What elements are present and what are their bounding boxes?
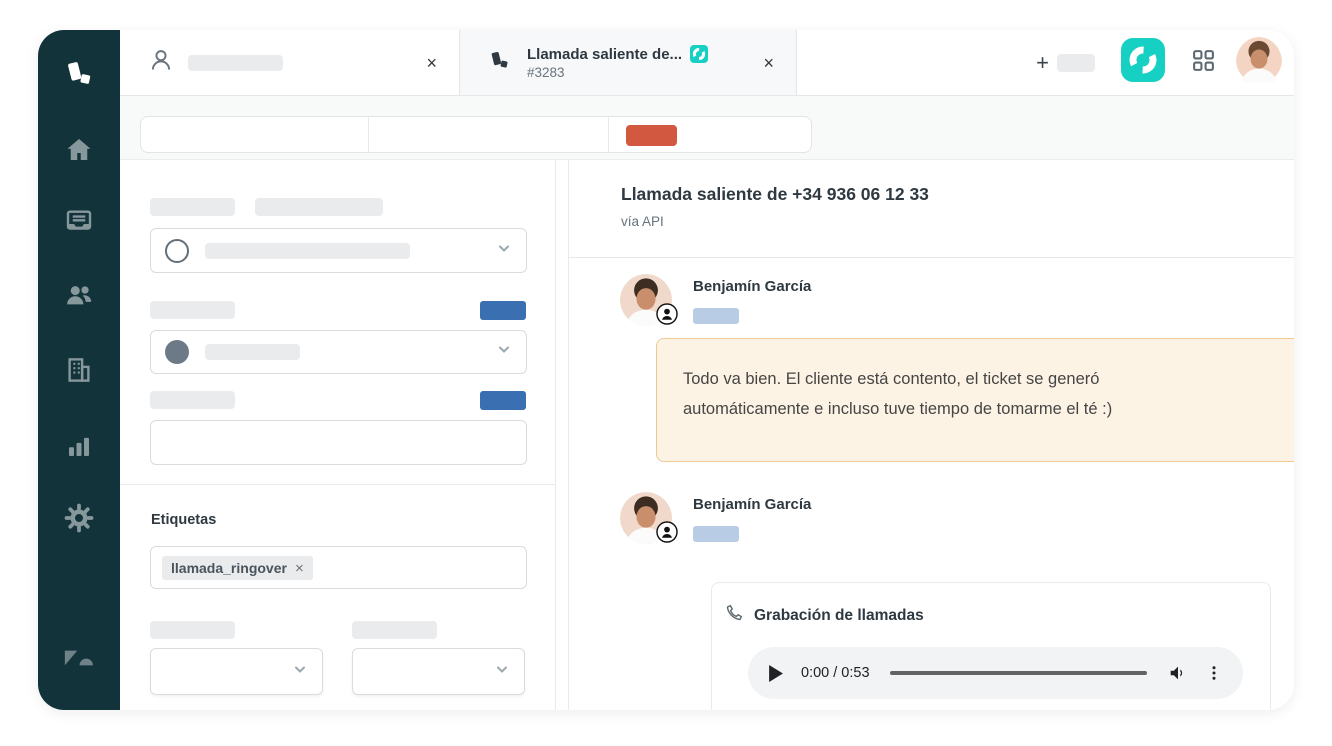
priority-select[interactable] xyxy=(352,648,525,695)
status-badge-skeleton xyxy=(626,125,677,146)
recording-header: Grabación de llamadas xyxy=(724,603,924,628)
tag-chip[interactable]: llamada_ringover × xyxy=(162,556,313,580)
ticket-number: #3283 xyxy=(527,65,708,80)
toolbar-segmented-control xyxy=(140,116,812,153)
ticket-properties-panel: Etiquetas llamada_ringover × xyxy=(120,160,556,710)
player-time: 0:00 / 0:53 xyxy=(801,665,870,681)
ticket-toolbar xyxy=(120,96,1294,160)
apps-grid-icon[interactable] xyxy=(1191,48,1216,78)
toolbar-segment-3[interactable] xyxy=(609,117,811,152)
chevron-down-icon xyxy=(496,240,512,261)
message-meta-skeleton xyxy=(693,308,739,324)
person-icon xyxy=(148,47,174,78)
field-label-skeleton xyxy=(150,621,235,639)
field-label-skeleton xyxy=(150,198,235,216)
field-action-skeleton xyxy=(480,301,526,320)
chevron-down-icon xyxy=(494,661,510,682)
home-icon[interactable] xyxy=(64,135,94,165)
zendesk-logo-icon xyxy=(62,645,96,671)
requester-select[interactable] xyxy=(150,228,527,273)
tab-ticket[interactable]: Llamada saliente de... #3283 × xyxy=(460,30,797,95)
tag-remove-icon[interactable]: × xyxy=(295,561,304,576)
tag-label: llamada_ringover xyxy=(171,560,287,576)
close-icon[interactable]: × xyxy=(426,54,437,72)
organizations-icon[interactable] xyxy=(64,355,94,385)
ringover-app-icon[interactable] xyxy=(1121,38,1165,87)
followers-input[interactable] xyxy=(150,420,527,465)
topbar-skeleton xyxy=(1057,54,1095,72)
phone-icon xyxy=(724,603,744,628)
tab-ticket-text: Llamada saliente de... #3283 xyxy=(527,45,708,80)
reports-icon[interactable] xyxy=(64,431,94,461)
message-meta-skeleton xyxy=(693,526,739,542)
tab-bar: × Llamada saliente de... xyxy=(120,30,1294,96)
message-author: Benjamín García xyxy=(693,278,811,295)
recording-title: Grabación de llamadas xyxy=(754,607,924,625)
ringover-product-logo-icon xyxy=(63,58,95,90)
toolbar-segment-2[interactable] xyxy=(369,117,609,152)
chevron-down-icon xyxy=(292,661,308,682)
screenshot-canvas: × Llamada saliente de... xyxy=(0,0,1332,746)
person-badge-icon xyxy=(656,303,678,330)
internal-note: Todo va bien. El cliente está contento, … xyxy=(656,338,1294,462)
volume-icon[interactable] xyxy=(1167,662,1189,684)
tags-label: Etiquetas xyxy=(151,512,216,528)
close-icon[interactable]: × xyxy=(763,54,774,72)
tab-user[interactable]: × xyxy=(120,30,460,95)
person-badge-icon xyxy=(656,521,678,548)
player-timeline[interactable] xyxy=(890,671,1147,675)
conversation-divider xyxy=(569,257,1294,258)
type-select[interactable] xyxy=(150,648,323,695)
chevron-down-icon xyxy=(496,342,512,363)
customers-icon[interactable] xyxy=(64,280,94,310)
field-action-skeleton xyxy=(480,391,526,410)
user-avatar[interactable] xyxy=(1236,37,1282,88)
value-skeleton xyxy=(205,344,300,360)
call-recording-card: Grabación de llamadas 0:00 / 0:53 xyxy=(711,582,1271,710)
field-label-skeleton xyxy=(150,301,235,319)
views-icon[interactable] xyxy=(64,206,94,236)
sync-badge-icon xyxy=(690,45,708,63)
message-avatar xyxy=(620,492,672,544)
assignee-select[interactable] xyxy=(150,330,527,374)
note-text: Todo va bien. El cliente está contento, … xyxy=(683,364,1215,424)
message-avatar xyxy=(620,274,672,326)
play-icon[interactable] xyxy=(768,665,783,682)
conversation-panel: Llamada saliente de +34 936 06 12 33 vía… xyxy=(568,160,1294,710)
settings-gear-icon[interactable] xyxy=(64,503,94,533)
message-author: Benjamín García xyxy=(693,496,811,513)
toolbar-segment-1[interactable] xyxy=(141,117,369,152)
tabbar-right: + xyxy=(797,30,1294,95)
field-label-skeleton xyxy=(352,621,437,639)
value-skeleton xyxy=(205,243,410,259)
add-tab-button[interactable]: + xyxy=(1036,52,1049,74)
app-window: × Llamada saliente de... xyxy=(38,30,1294,710)
tab-user-title-skeleton xyxy=(188,55,283,71)
conversation-title: Llamada saliente de +34 936 06 12 33 xyxy=(621,184,929,205)
avatar-placeholder-icon xyxy=(165,340,189,364)
kebab-menu-icon[interactable] xyxy=(1205,664,1223,682)
panel-divider xyxy=(120,484,555,485)
conversation-channel: vía API xyxy=(621,214,664,229)
field-label-skeleton xyxy=(150,391,235,409)
audio-player[interactable]: 0:00 / 0:53 xyxy=(748,647,1243,699)
avatar-placeholder-icon xyxy=(165,239,189,263)
tab-ticket-title: Llamada saliente de... xyxy=(527,46,682,63)
sidebar xyxy=(38,30,120,710)
ringover-tab-icon xyxy=(488,49,511,77)
field-label-skeleton xyxy=(255,198,383,216)
tags-field[interactable]: llamada_ringover × xyxy=(150,546,527,589)
